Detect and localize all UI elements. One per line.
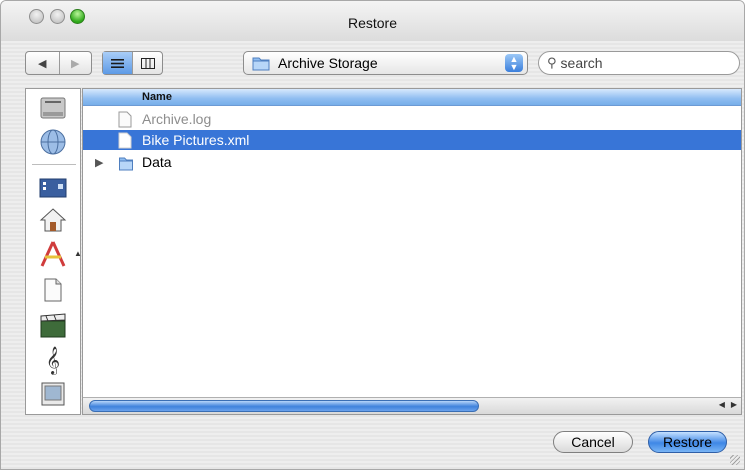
list-view-button[interactable] (103, 52, 133, 74)
toolbar: ◀ ▶ Archive Storage ▲ ▼ ⚲ search (1, 51, 744, 81)
scroll-right-icon[interactable]: ▶ (731, 400, 737, 409)
location-popup[interactable]: Archive Storage ▲ ▼ (243, 51, 528, 75)
window-title: Restore (347, 15, 398, 31)
sidebar-item-pictures[interactable] (35, 379, 71, 409)
location-label: Archive Storage (278, 55, 378, 71)
document-icon (118, 132, 132, 149)
movies-icon (40, 313, 66, 338)
sidebar-item-documents[interactable] (35, 275, 71, 305)
hard-disk-icon (40, 97, 66, 119)
folder-icon (252, 57, 270, 71)
sidebar-resize-grip[interactable]: ▲ (74, 249, 82, 258)
applications-icon (40, 241, 66, 267)
sidebar-item-desktop[interactable] (35, 173, 71, 203)
list-item-archive-log[interactable]: Archive.log (83, 109, 741, 129)
name-column-label: Name (142, 91, 172, 103)
home-icon (39, 208, 67, 232)
search-icon: ⚲ (547, 55, 557, 70)
folder-name: Data (142, 154, 172, 170)
search-input[interactable] (560, 55, 721, 71)
file-name: Archive.log (142, 111, 212, 127)
restore-dialog: Restore ◀ ▶ Archive Storage ▲ ▼ ⚲ search… (0, 0, 745, 470)
folder-icon (119, 157, 133, 171)
sidebar-item-music[interactable]: 𝄞 (35, 345, 71, 375)
column-view-button[interactable] (132, 52, 162, 74)
name-column-header[interactable]: Name (83, 89, 741, 106)
sidebar: 𝄞 ▲ (25, 88, 82, 415)
document-icon (118, 111, 132, 128)
desktop-icon (39, 178, 67, 198)
pictures-icon (41, 382, 65, 406)
scroll-left-icon[interactable]: ◀ (719, 400, 725, 409)
scrollbar-thumb[interactable] (89, 400, 479, 412)
forward-button[interactable]: ▶ (58, 52, 92, 74)
view-mode-buttons (102, 51, 163, 75)
sidebar-item-hard-disk[interactable] (35, 93, 71, 123)
list-item-bike-pictures[interactable]: Bike Pictures.xml (83, 130, 741, 150)
title-bar[interactable]: Restore (1, 1, 744, 41)
network-icon (40, 129, 66, 155)
file-name: Bike Pictures.xml (142, 132, 250, 148)
horizontal-scrollbar[interactable]: ◀ ▶ (83, 397, 741, 414)
back-button[interactable]: ◀ (26, 52, 59, 74)
column-view-icon (140, 57, 155, 69)
sidebar-separator (32, 164, 76, 165)
back-arrow-icon: ◀ (38, 57, 47, 70)
sidebar-item-home[interactable] (35, 205, 71, 235)
sidebar-item-movies[interactable] (35, 311, 71, 341)
search-field[interactable]: ⚲ (538, 51, 740, 75)
documents-icon (44, 278, 62, 302)
list-item-data-folder[interactable]: ▶ Data (83, 152, 741, 172)
file-list: Name Archive.log Bike Pictures.xml ▶ Dat… (82, 88, 742, 415)
sidebar-item-applications[interactable] (35, 239, 71, 269)
popup-arrows-icon: ▲ ▼ (505, 54, 523, 72)
scroll-arrows[interactable]: ◀ ▶ (719, 400, 737, 409)
forward-arrow-icon: ▶ (71, 57, 80, 70)
resize-grip-icon[interactable] (730, 455, 740, 465)
music-icon: 𝄞 (45, 346, 61, 374)
disclosure-triangle-icon[interactable]: ▶ (95, 156, 103, 169)
sidebar-item-network[interactable] (35, 127, 71, 157)
restore-button[interactable]: Restore (648, 431, 727, 453)
navigation-buttons: ◀ ▶ (25, 51, 92, 75)
cancel-button[interactable]: Cancel (553, 431, 633, 453)
list-view-icon (111, 58, 125, 68)
